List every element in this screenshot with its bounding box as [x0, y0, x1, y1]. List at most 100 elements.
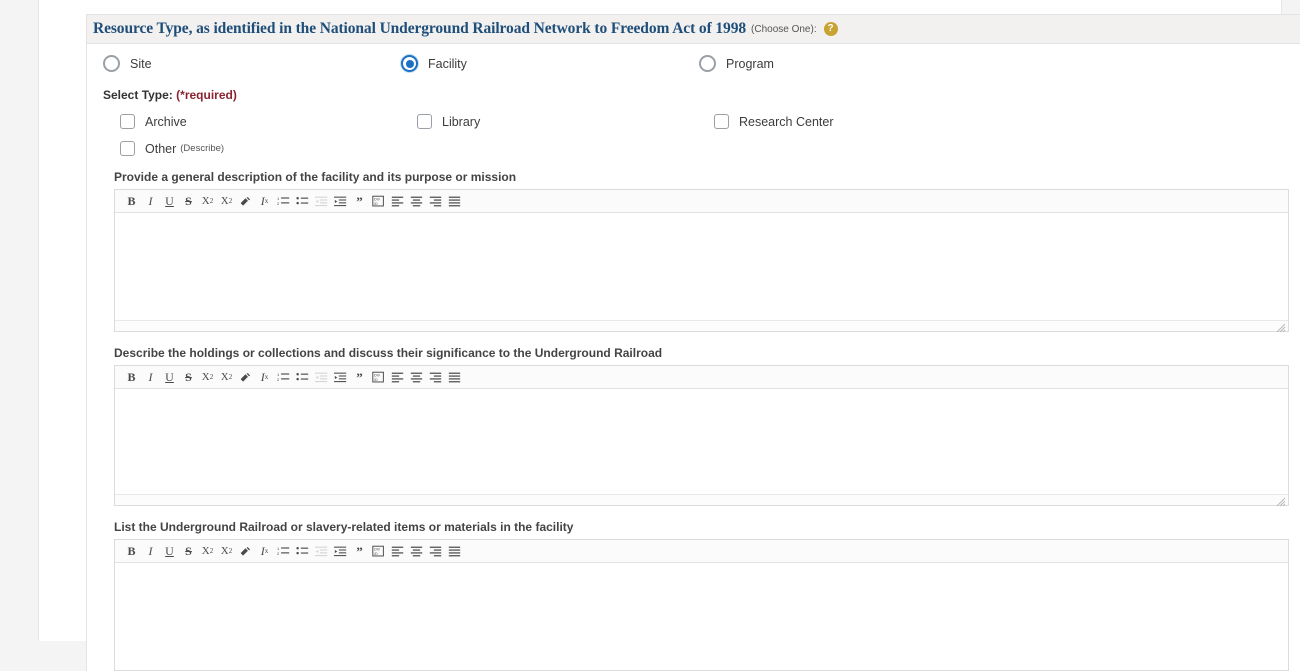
- radio-program-control[interactable]: [699, 55, 716, 72]
- rich-text-editor-items: BIUSX2X2Ix12”DIV/D: [114, 539, 1289, 671]
- rich-text-editor-holdings: BIUSX2X2Ix12”DIV/D: [114, 365, 1289, 506]
- editor-input-items[interactable]: [115, 563, 1288, 670]
- editor-footer-holdings: [115, 494, 1288, 505]
- checkbox-option-library[interactable]: Library: [417, 114, 714, 129]
- page-title: Resource Type, as identified in the Nati…: [93, 20, 746, 38]
- blockquote-icon[interactable]: ”: [351, 368, 368, 387]
- increase-indent-icon[interactable]: [332, 542, 349, 561]
- align-center-icon[interactable]: [408, 368, 425, 387]
- code-block-icon[interactable]: DIV/D: [370, 542, 387, 561]
- code-block-icon[interactable]: DIV/D: [370, 192, 387, 211]
- align-left-icon[interactable]: [389, 542, 406, 561]
- editor-input-description[interactable]: [115, 213, 1288, 320]
- panel-header: Resource Type, as identified in the Nati…: [87, 15, 1300, 44]
- decrease-indent-icon: [313, 192, 330, 211]
- numbered-list-icon[interactable]: 12: [275, 192, 292, 211]
- field-block-holdings: Describe the holdings or collections and…: [97, 346, 1300, 506]
- underline-icon[interactable]: U: [161, 542, 178, 561]
- italic-icon[interactable]: I: [142, 192, 159, 211]
- svg-text:/D: /D: [374, 377, 378, 381]
- decrease-indent-icon: [313, 542, 330, 561]
- bulleted-list-icon[interactable]: [294, 542, 311, 561]
- align-justify-icon[interactable]: [446, 192, 463, 211]
- field-label-holdings: Describe the holdings or collections and…: [114, 346, 1300, 360]
- radio-option-site[interactable]: Site: [103, 55, 401, 72]
- field-label-items: List the Underground Railroad or slavery…: [114, 520, 1300, 534]
- align-right-icon[interactable]: [427, 542, 444, 561]
- required-marker: (*required): [176, 88, 237, 102]
- radio-facility-control[interactable]: [401, 55, 418, 72]
- radio-option-facility[interactable]: Facility: [401, 55, 699, 72]
- remove-format-icon[interactable]: Ix: [256, 368, 273, 387]
- strikethrough-icon[interactable]: S: [180, 368, 197, 387]
- checkbox-research-center-label: Research Center: [739, 115, 834, 129]
- svg-text:/D: /D: [374, 551, 378, 555]
- superscript-icon[interactable]: X2: [218, 542, 235, 561]
- align-justify-icon[interactable]: [446, 542, 463, 561]
- radio-site-control[interactable]: [103, 55, 120, 72]
- blockquote-icon[interactable]: ”: [351, 192, 368, 211]
- bold-icon[interactable]: B: [123, 542, 140, 561]
- remove-format-icon[interactable]: Ix: [256, 192, 273, 211]
- align-center-icon[interactable]: [408, 542, 425, 561]
- checkbox-research-center-control[interactable]: [714, 114, 729, 129]
- resource-type-panel: Resource Type, as identified in the Nati…: [86, 14, 1300, 671]
- rich-text-editor-description: BIUSX2X2Ix12”DIV/D: [114, 189, 1289, 332]
- editor-input-holdings[interactable]: [115, 389, 1288, 494]
- subscript-icon[interactable]: X2: [199, 368, 216, 387]
- field-block-description: Provide a general description of the fac…: [97, 170, 1300, 332]
- bold-icon[interactable]: B: [123, 192, 140, 211]
- checkbox-other-control[interactable]: [120, 141, 135, 156]
- remove-format-icon[interactable]: Ix: [256, 542, 273, 561]
- checkbox-archive-label: Archive: [145, 115, 187, 129]
- align-left-icon[interactable]: [389, 192, 406, 211]
- superscript-icon[interactable]: X2: [218, 192, 235, 211]
- superscript-icon[interactable]: X2: [218, 368, 235, 387]
- type-checkbox-row-1: Archive Library Research Center: [97, 114, 1300, 129]
- subscript-icon[interactable]: X2: [199, 542, 216, 561]
- checkbox-option-archive[interactable]: Archive: [120, 114, 417, 129]
- format-painter-icon[interactable]: [237, 542, 254, 561]
- format-painter-icon[interactable]: [237, 368, 254, 387]
- strikethrough-icon[interactable]: S: [180, 192, 197, 211]
- underline-icon[interactable]: U: [161, 192, 178, 211]
- help-icon[interactable]: ?: [824, 22, 838, 36]
- format-painter-icon[interactable]: [237, 192, 254, 211]
- select-type-label: Select Type: (*required): [97, 88, 1300, 102]
- italic-icon[interactable]: I: [142, 368, 159, 387]
- field-block-items: List the Underground Railroad or slavery…: [97, 520, 1300, 671]
- increase-indent-icon[interactable]: [332, 192, 349, 211]
- page-background: Resource Type, as identified in the Nati…: [0, 0, 1300, 641]
- radio-site-label: Site: [130, 57, 152, 71]
- checkbox-option-other[interactable]: Other (Describe): [120, 141, 417, 156]
- code-block-icon[interactable]: DIV/D: [370, 368, 387, 387]
- strikethrough-icon[interactable]: S: [180, 542, 197, 561]
- align-justify-icon[interactable]: [446, 368, 463, 387]
- choose-one-hint: (Choose One):: [751, 24, 817, 35]
- bold-icon[interactable]: B: [123, 368, 140, 387]
- resize-grip-icon[interactable]: [1276, 494, 1286, 504]
- bulleted-list-icon[interactable]: [294, 192, 311, 211]
- align-right-icon[interactable]: [427, 192, 444, 211]
- checkbox-library-label: Library: [442, 115, 480, 129]
- radio-facility-label: Facility: [428, 57, 467, 71]
- numbered-list-icon[interactable]: 12: [275, 368, 292, 387]
- radio-option-program[interactable]: Program: [699, 55, 997, 72]
- blockquote-icon[interactable]: ”: [351, 542, 368, 561]
- align-center-icon[interactable]: [408, 192, 425, 211]
- resource-type-radio-group: Site Facility Program: [97, 55, 1300, 72]
- increase-indent-icon[interactable]: [332, 368, 349, 387]
- editor-toolbar-description: BIUSX2X2Ix12”DIV/D: [115, 190, 1288, 213]
- checkbox-library-control[interactable]: [417, 114, 432, 129]
- align-right-icon[interactable]: [427, 368, 444, 387]
- checkbox-archive-control[interactable]: [120, 114, 135, 129]
- checkbox-option-research-center[interactable]: Research Center: [714, 114, 1011, 129]
- bulleted-list-icon[interactable]: [294, 368, 311, 387]
- editor-toolbar-items: BIUSX2X2Ix12”DIV/D: [115, 540, 1288, 563]
- subscript-icon[interactable]: X2: [199, 192, 216, 211]
- align-left-icon[interactable]: [389, 368, 406, 387]
- resize-grip-icon[interactable]: [1276, 320, 1286, 330]
- underline-icon[interactable]: U: [161, 368, 178, 387]
- numbered-list-icon[interactable]: 12: [275, 542, 292, 561]
- italic-icon[interactable]: I: [142, 542, 159, 561]
